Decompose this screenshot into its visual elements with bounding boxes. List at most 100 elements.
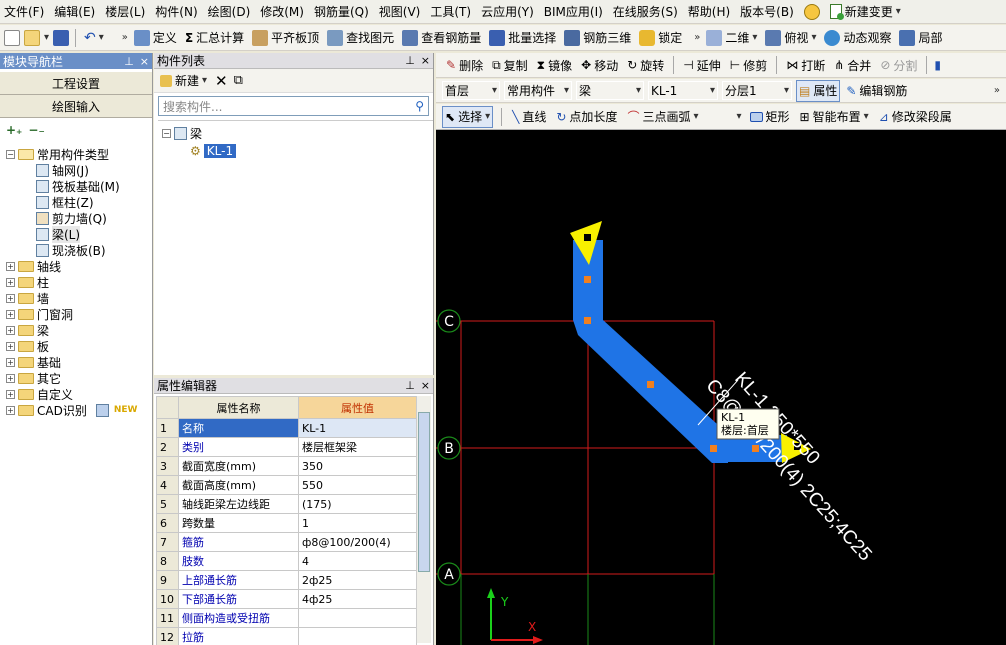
menu-component[interactable]: 构件(N) bbox=[155, 3, 197, 20]
copy-icon[interactable]: ⧉ bbox=[234, 73, 243, 88]
expand-icon[interactable]: + bbox=[6, 373, 15, 383]
align-icon[interactable]: ▮ bbox=[934, 58, 941, 72]
tree-node-custom[interactable]: + 自定义 bbox=[6, 386, 152, 402]
expand-all-icon[interactable]: +₊ bbox=[6, 123, 22, 137]
sublayer-select[interactable]: 分层1 ▾ bbox=[722, 81, 792, 100]
property-value[interactable]: 4 bbox=[298, 551, 417, 571]
expand-icon[interactable]: + bbox=[6, 325, 15, 335]
component-select[interactable]: 梁 ▾ bbox=[576, 81, 644, 100]
align-slab-top-button[interactable]: 平齐板顶 bbox=[250, 27, 321, 49]
tree-node-cad-recognition[interactable]: + CAD识别 NEW bbox=[6, 402, 152, 418]
drawing-canvas[interactable]: C B A KL-1 350*550 C8@100/200(4) 2C25;4C… bbox=[436, 130, 1006, 645]
pin-icon[interactable]: ⊥ bbox=[405, 379, 415, 392]
property-row[interactable]: 10 下部通长筋 4ф25 bbox=[156, 589, 417, 609]
collapse-icon[interactable]: − bbox=[6, 149, 15, 159]
line-tool-button[interactable]: ╲ 直线 bbox=[510, 106, 548, 128]
rebar-3d-button[interactable]: 钢筋三维 bbox=[562, 27, 633, 49]
menu-cloud[interactable]: 云应用(Y) bbox=[481, 3, 534, 20]
tree-node-beam[interactable]: + 梁 bbox=[6, 322, 152, 338]
scrollbar-thumb[interactable] bbox=[418, 412, 430, 572]
save-icon[interactable] bbox=[53, 29, 70, 46]
lock-button[interactable]: 锁定 bbox=[637, 27, 684, 49]
property-value[interactable]: 350 bbox=[298, 456, 417, 476]
toolbar-overflow-icon[interactable]: » bbox=[122, 32, 128, 43]
component-item-kl1[interactable]: ⚙ KL-1 bbox=[162, 143, 429, 159]
rectangle-tool-button[interactable]: 矩形 bbox=[748, 106, 792, 128]
property-value[interactable]: ф8@100/200(4) bbox=[298, 532, 417, 552]
menu-modify[interactable]: 修改(M) bbox=[260, 3, 304, 20]
expand-icon[interactable]: + bbox=[6, 405, 15, 415]
view-2d-dropdown[interactable]: 二维 ▾ bbox=[704, 27, 759, 49]
expand-icon[interactable]: + bbox=[6, 293, 15, 303]
smart-layout-button[interactable]: ⊞ 智能布置 ▾ bbox=[798, 106, 871, 128]
beam-grip[interactable] bbox=[710, 445, 717, 452]
toolbar-overflow-icon-2[interactable]: » bbox=[694, 32, 700, 43]
tree-node-foundation[interactable]: + 基础 bbox=[6, 354, 152, 370]
open-dropdown-icon[interactable]: ▾ bbox=[44, 32, 49, 43]
property-value[interactable]: 1 bbox=[298, 513, 417, 533]
find-element-button[interactable]: 查找图元 bbox=[325, 27, 396, 49]
three-point-arc-button[interactable]: ⌒ 三点画弧 ▾ bbox=[625, 106, 700, 128]
property-row[interactable]: 8 肢数 4 bbox=[156, 551, 417, 571]
new-component-button[interactable]: 新建 ▾ bbox=[158, 70, 209, 92]
open-folder-icon[interactable] bbox=[24, 29, 40, 46]
tree-item-axis-grid[interactable]: 轴网(J) bbox=[6, 162, 152, 178]
properties-button[interactable]: ▤ 属性 bbox=[796, 79, 841, 102]
beam-grip[interactable] bbox=[647, 381, 654, 388]
mirror-button[interactable]: ⧗ 镜像 bbox=[535, 54, 574, 76]
property-value[interactable]: 楼层框架梁 bbox=[298, 437, 417, 457]
property-value[interactable]: KL-1 bbox=[298, 418, 417, 438]
menu-bim[interactable]: BIM应用(I) bbox=[544, 3, 603, 20]
delete-icon[interactable]: ✕ bbox=[215, 72, 228, 90]
property-row[interactable]: 11 侧面构造或受扭筋 bbox=[156, 608, 417, 628]
collapse-icon[interactable]: − bbox=[162, 128, 171, 138]
menu-tools[interactable]: 工具(T) bbox=[430, 3, 471, 20]
close-icon[interactable]: × bbox=[421, 54, 430, 67]
point-length-button[interactable]: ↻ 点加长度 bbox=[554, 106, 619, 128]
move-button[interactable]: ✥ 移动 bbox=[579, 54, 620, 76]
break-button[interactable]: ⋈ 打断 bbox=[784, 54, 827, 76]
define-button[interactable]: 定义 bbox=[132, 27, 179, 49]
floor-select[interactable]: 首层 ▾ bbox=[442, 81, 500, 100]
menu-floor[interactable]: 楼层(L) bbox=[105, 3, 145, 20]
property-row[interactable]: 12 拉筋 bbox=[156, 627, 417, 645]
merge-button[interactable]: ⋔ 合并 bbox=[832, 54, 873, 76]
trim-button[interactable]: ⊢ 修剪 bbox=[728, 54, 769, 76]
project-settings-button[interactable]: 工程设置 bbox=[0, 72, 152, 95]
property-value[interactable] bbox=[298, 627, 417, 645]
tree-node-common-types[interactable]: − 常用构件类型 bbox=[6, 146, 152, 162]
select-tool-button[interactable]: ⬉ 选择 ▾ bbox=[442, 105, 494, 128]
expand-icon[interactable]: + bbox=[6, 261, 15, 271]
property-row[interactable]: 7 箍筋 ф8@100/200(4) bbox=[156, 532, 417, 552]
menu-online[interactable]: 在线服务(S) bbox=[613, 3, 678, 20]
close-icon[interactable]: × bbox=[421, 379, 430, 392]
tree-node-slab[interactable]: + 板 bbox=[6, 338, 152, 354]
property-value[interactable]: (175) bbox=[298, 494, 417, 514]
beam-start-grip[interactable] bbox=[584, 234, 591, 241]
property-row[interactable]: 2 类别 楼层框架梁 bbox=[156, 437, 417, 457]
menu-file[interactable]: 文件(F) bbox=[4, 3, 44, 20]
summary-calc-button[interactable]: Σ 汇总计算 bbox=[183, 27, 246, 49]
expand-icon[interactable]: + bbox=[6, 357, 15, 367]
tree-item-raft-foundation[interactable]: 筏板基础(M) bbox=[6, 178, 152, 194]
toolbar-overflow-icon[interactable]: » bbox=[994, 85, 1000, 96]
property-scrollbar[interactable] bbox=[416, 396, 431, 643]
view-rebar-qty-button[interactable]: 查看钢筋量 bbox=[400, 27, 483, 49]
tree-node-other[interactable]: + 其它 bbox=[6, 370, 152, 386]
tree-node-axis[interactable]: + 轴线 bbox=[6, 258, 152, 274]
beam-grip[interactable] bbox=[584, 276, 591, 283]
property-value[interactable]: 550 bbox=[298, 475, 417, 495]
menu-edit[interactable]: 编辑(E) bbox=[54, 3, 95, 20]
edit-rebar-button[interactable]: ✎ 编辑钢筋 bbox=[844, 80, 909, 102]
rotate-button[interactable]: ↻ 旋转 bbox=[625, 54, 666, 76]
element-select[interactable]: KL-1 ▾ bbox=[648, 81, 718, 100]
property-value[interactable]: 4ф25 bbox=[298, 589, 417, 609]
pin-icon[interactable]: ⊥ bbox=[405, 54, 415, 67]
property-row[interactable]: 5 轴线距梁左边线距 (175) bbox=[156, 494, 417, 514]
component-search-input[interactable]: 搜索构件... ⚲ bbox=[158, 96, 429, 116]
menu-view[interactable]: 视图(V) bbox=[379, 3, 421, 20]
tree-item-frame-column[interactable]: 框柱(Z) bbox=[6, 194, 152, 210]
new-change-menu[interactable]: 新建变更 ▾ bbox=[829, 3, 901, 20]
expand-icon[interactable]: + bbox=[6, 341, 15, 351]
top-view-dropdown[interactable]: 俯视 ▾ bbox=[763, 27, 818, 49]
